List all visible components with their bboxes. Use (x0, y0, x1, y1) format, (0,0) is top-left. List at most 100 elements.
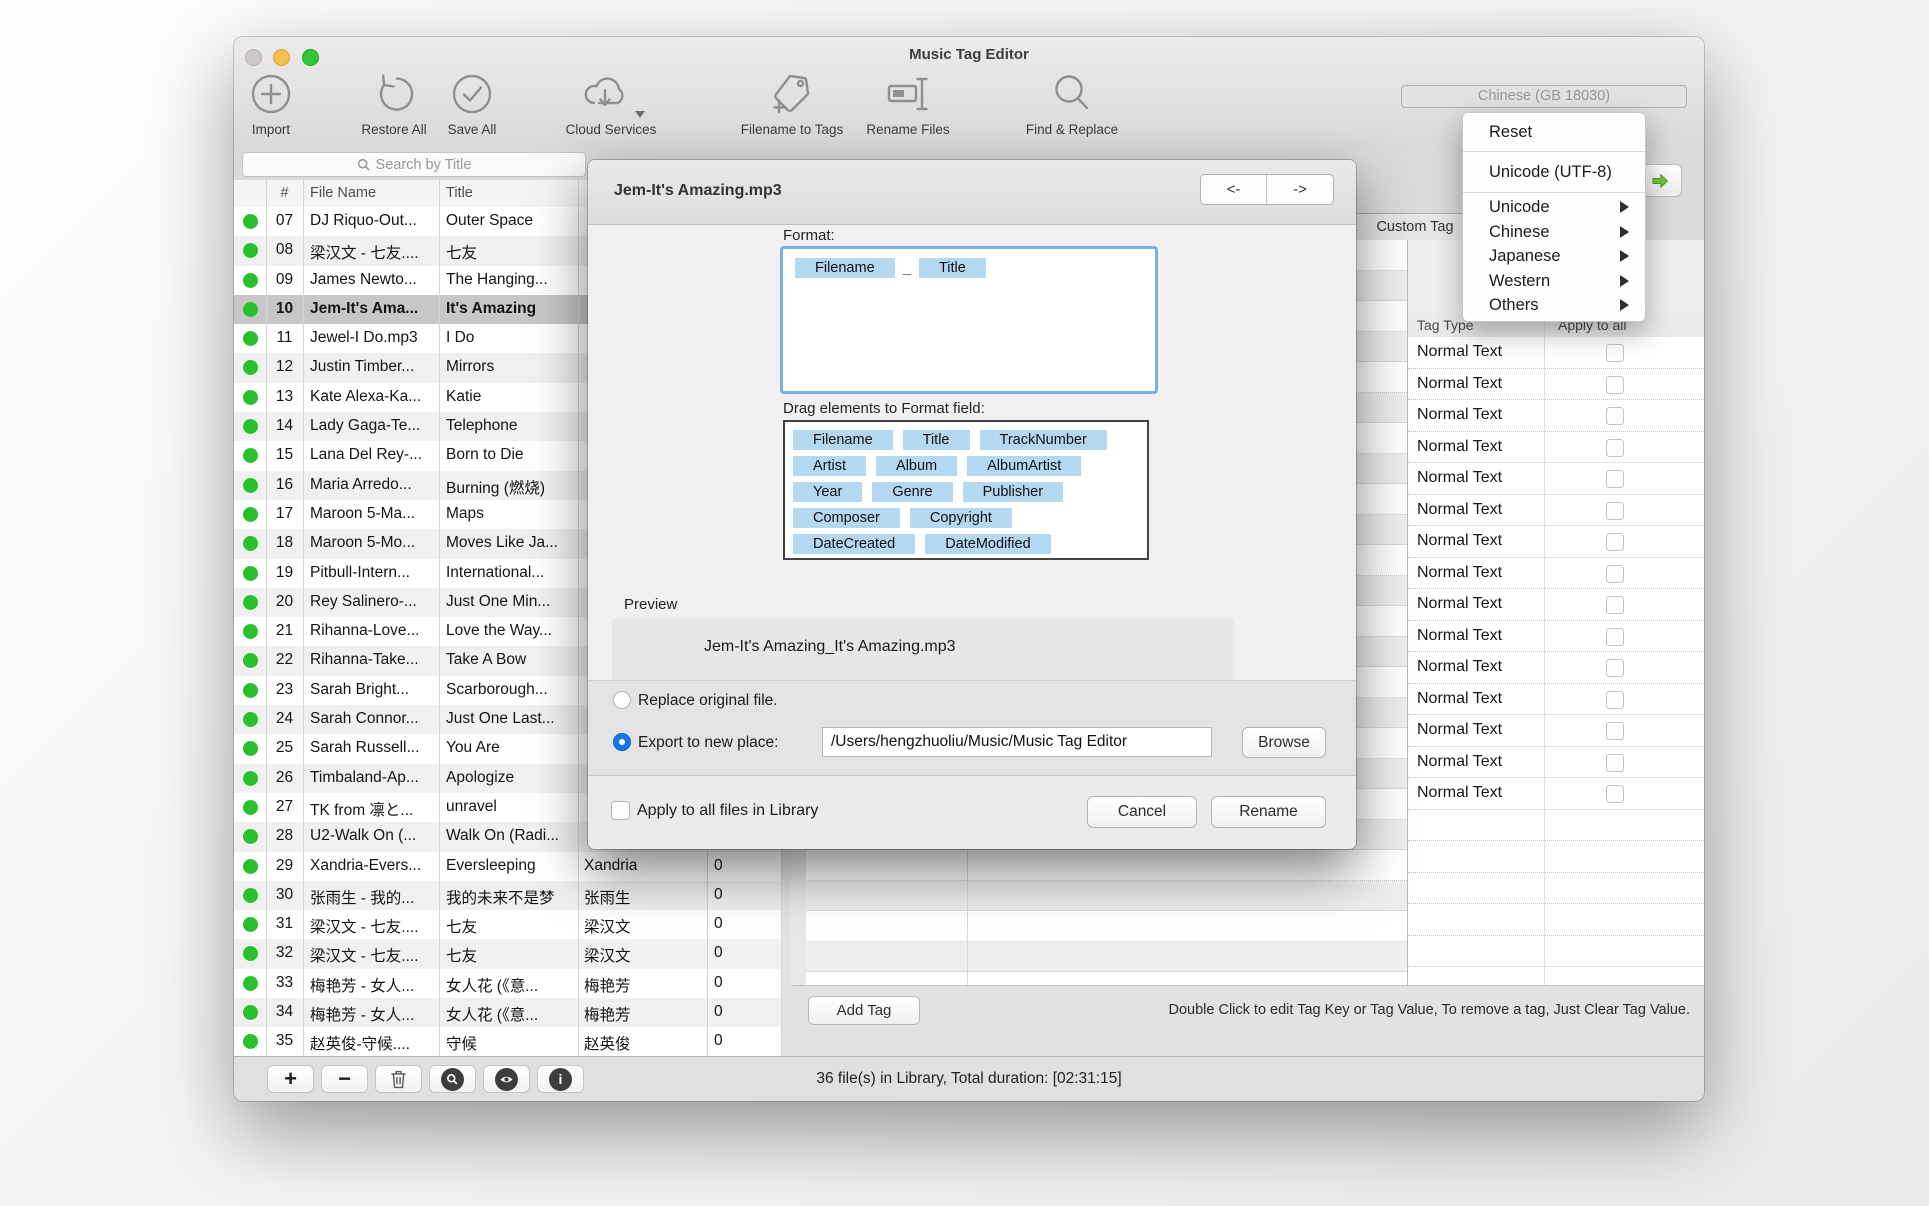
tag-table-empty-row[interactable] (806, 942, 1407, 973)
drag-chip[interactable]: Composer (793, 508, 900, 528)
apply-to-all-checkbox[interactable] (1606, 754, 1624, 772)
apply-to-all-checkbox[interactable] (1606, 439, 1624, 457)
drag-chip[interactable]: Album (876, 456, 957, 476)
tag-type-empty-row[interactable] (1408, 810, 1704, 842)
table-row[interactable]: 33梅艳芳 - 女人...女人花 (《意...梅艳芳0 (234, 969, 781, 998)
tag-type-row[interactable]: Normal Text (1408, 621, 1704, 653)
drag-chip[interactable]: Artist (793, 456, 866, 476)
table-row[interactable]: 32梁汉文 - 七友....七友梁汉文0 (234, 939, 781, 968)
tag-type-row[interactable]: Normal Text (1408, 463, 1704, 495)
apply-to-all-checkbox[interactable] (1606, 344, 1624, 362)
drag-chip[interactable]: Year (793, 482, 862, 502)
tag-type-row[interactable]: Normal Text (1408, 526, 1704, 558)
drag-chip[interactable]: Copyright (910, 508, 1012, 528)
column-header-title[interactable]: Title (446, 185, 473, 201)
tag-type-row[interactable]: Normal Text (1408, 589, 1704, 621)
tag-table-empty-row[interactable] (806, 911, 1407, 942)
delete-file-button[interactable] (375, 1065, 422, 1093)
replace-original-radio[interactable] (613, 691, 631, 709)
tag-type-row[interactable]: Normal Text (1408, 558, 1704, 590)
table-row[interactable]: 31梁汉文 - 七友....七友梁汉文0 (234, 910, 781, 939)
drag-chip[interactable]: Publisher (963, 482, 1063, 502)
menu-item-western[interactable]: Western (1463, 269, 1645, 294)
search-input[interactable]: Search by Title (242, 152, 586, 177)
apply-to-all-checkbox[interactable] (1606, 376, 1624, 394)
tag-type-row[interactable]: Normal Text (1408, 369, 1704, 401)
tag-type-empty-row[interactable] (1408, 873, 1704, 905)
tag-type-empty-row[interactable] (1408, 841, 1704, 873)
next-file-button[interactable]: -> (1267, 175, 1333, 204)
apply-to-all-checkbox[interactable] (1606, 407, 1624, 425)
tag-type-row[interactable]: Normal Text (1408, 495, 1704, 527)
tag-type-row[interactable]: Normal Text (1408, 400, 1704, 432)
cell-track: 0 (714, 857, 774, 875)
menu-item-others[interactable]: Others (1463, 293, 1645, 318)
menu-item-unicode-utf8[interactable]: Unicode (UTF-8) (1463, 154, 1645, 190)
search-file-button[interactable] (429, 1065, 476, 1093)
drag-chip[interactable]: DateCreated (793, 534, 915, 554)
cancel-button[interactable]: Cancel (1087, 796, 1197, 828)
encoding-field[interactable]: Chinese (GB 18030) (1401, 85, 1687, 108)
column-header-number[interactable]: # (266, 185, 303, 201)
table-row[interactable]: 35赵英俊-守候....守候赵英俊0 (234, 1027, 781, 1056)
add-file-button[interactable]: + (267, 1065, 314, 1093)
tag-table-empty-row[interactable] (806, 850, 1407, 881)
tag-type-row[interactable]: Normal Text (1408, 432, 1704, 464)
apply-to-all-checkbox[interactable] (1606, 785, 1624, 803)
apply-to-all-checkbox[interactable] (1606, 533, 1624, 551)
menu-item-japanese[interactable]: Japanese (1463, 244, 1645, 269)
add-tag-button[interactable]: Add Tag (808, 996, 920, 1025)
table-row[interactable]: 29Xandria-Evers...EversleepingXandria0 (234, 852, 781, 881)
info-file-button[interactable]: i (537, 1065, 584, 1093)
table-row[interactable]: 30张雨生 - 我的...我的未来不是梦张雨生0 (234, 881, 781, 910)
menu-item-reset[interactable]: Reset (1463, 116, 1645, 149)
drag-chip[interactable]: Title (903, 430, 970, 450)
rename-files-button[interactable]: Rename Files (828, 70, 988, 137)
menu-item-chinese[interactable]: Chinese (1463, 220, 1645, 245)
tag-type-empty-row[interactable] (1408, 904, 1704, 936)
dialog-header: Jem-It's Amazing.mp3 <- -> (588, 160, 1356, 225)
apply-to-all-checkbox[interactable] (1606, 659, 1624, 677)
tag-type-row[interactable]: Normal Text (1408, 652, 1704, 684)
cloud-services-button[interactable]: Cloud Services (531, 70, 691, 137)
tag-type-row[interactable]: Normal Text (1408, 747, 1704, 779)
tag-table-empty-row[interactable] (806, 881, 1407, 912)
table-row[interactable]: 34梅艳芳 - 女人...女人花 (《意...梅艳芳0 (234, 998, 781, 1027)
apply-to-all-checkbox[interactable] (1606, 470, 1624, 488)
rename-button[interactable]: Rename (1211, 796, 1326, 828)
cell-num: 10 (266, 300, 303, 318)
tag-type-row[interactable]: Normal Text (1408, 684, 1704, 716)
drag-chip[interactable]: Genre (872, 482, 952, 502)
apply-all-checkbox[interactable] (611, 801, 630, 820)
apply-to-all-checkbox[interactable] (1606, 502, 1624, 520)
drag-chip[interactable]: DateModified (925, 534, 1050, 554)
menu-separator (1463, 192, 1645, 193)
save-all-button[interactable]: Save All (392, 70, 552, 137)
tag-type-row[interactable]: Normal Text (1408, 778, 1704, 810)
tag-table-empty-row[interactable] (806, 972, 1407, 985)
apply-to-all-checkbox[interactable] (1606, 628, 1624, 646)
preview-file-button[interactable] (483, 1065, 530, 1093)
apply-to-all-checkbox[interactable] (1606, 691, 1624, 709)
tag-type-row[interactable]: Normal Text (1408, 715, 1704, 747)
tag-type-empty-row[interactable] (1408, 967, 1704, 985)
find-replace-button[interactable]: Find & Replace (992, 70, 1152, 137)
export-path-input[interactable] (822, 727, 1212, 757)
drag-chip[interactable]: Filename (793, 430, 893, 450)
previous-file-button[interactable]: <- (1201, 175, 1267, 204)
remove-file-button[interactable]: − (321, 1065, 368, 1093)
column-header-filename[interactable]: File Name (310, 185, 376, 201)
drag-chip[interactable]: AlbumArtist (967, 456, 1081, 476)
apply-to-all-checkbox[interactable] (1606, 565, 1624, 583)
browse-button[interactable]: Browse (1242, 727, 1326, 758)
format-field[interactable]: Filename_Title (780, 246, 1158, 394)
export-new-place-radio[interactable] (613, 733, 631, 751)
format-chip[interactable]: Filename (795, 258, 895, 278)
drag-chip[interactable]: TrackNumber (980, 430, 1107, 450)
tag-type-row[interactable]: Normal Text (1408, 337, 1704, 369)
apply-to-all-checkbox[interactable] (1606, 722, 1624, 740)
apply-to-all-checkbox[interactable] (1606, 596, 1624, 614)
menu-item-unicode[interactable]: Unicode (1463, 195, 1645, 220)
tag-type-empty-row[interactable] (1408, 936, 1704, 968)
format-chip[interactable]: Title (919, 258, 986, 278)
